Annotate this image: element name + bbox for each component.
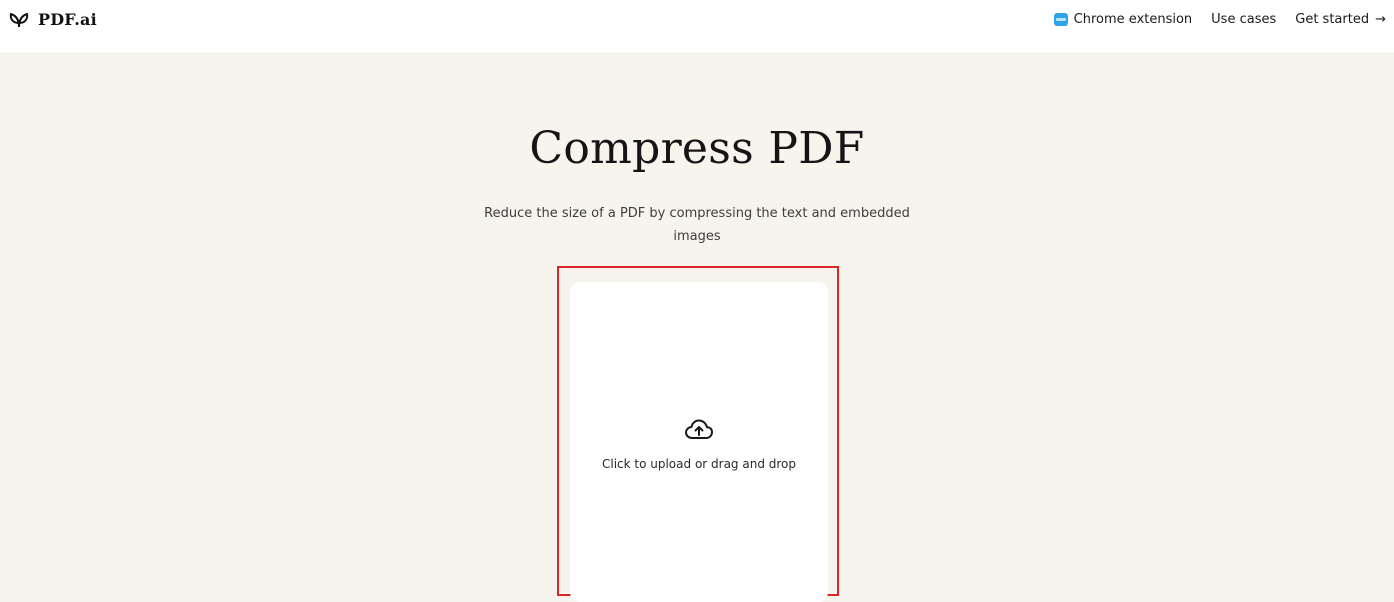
upload-instruction: Click to upload or drag and drop bbox=[601, 457, 796, 471]
top-navigation-bar: PDF.ai Chrome extension Use cases Get st… bbox=[0, 0, 1394, 54]
nav-chrome-extension-label: Chrome extension bbox=[1073, 12, 1193, 27]
pdfai-logo-icon bbox=[8, 11, 30, 29]
nav-get-started-label: Get started bbox=[1295, 12, 1370, 27]
brand-logo-link[interactable]: PDF.ai bbox=[8, 10, 97, 29]
page-subtitle: Reduce the size of a PDF by compressing … bbox=[484, 206, 910, 244]
upload-dropzone[interactable]: Click to upload or drag and drop bbox=[570, 282, 828, 602]
chrome-extension-icon bbox=[1053, 13, 1068, 26]
nav-chrome-extension[interactable]: Chrome extension bbox=[1053, 12, 1193, 27]
brand-name: PDF.ai bbox=[38, 10, 97, 29]
page-title: Compress PDF bbox=[529, 123, 865, 174]
nav-use-cases-label: Use cases bbox=[1211, 12, 1277, 27]
cloud-upload-icon bbox=[684, 418, 714, 442]
arrow-right-icon: → bbox=[1375, 12, 1386, 27]
nav-use-cases[interactable]: Use cases bbox=[1211, 12, 1276, 27]
header-nav: Chrome extension Use cases Get started → bbox=[1053, 12, 1386, 27]
nav-get-started[interactable]: Get started → bbox=[1295, 12, 1386, 27]
